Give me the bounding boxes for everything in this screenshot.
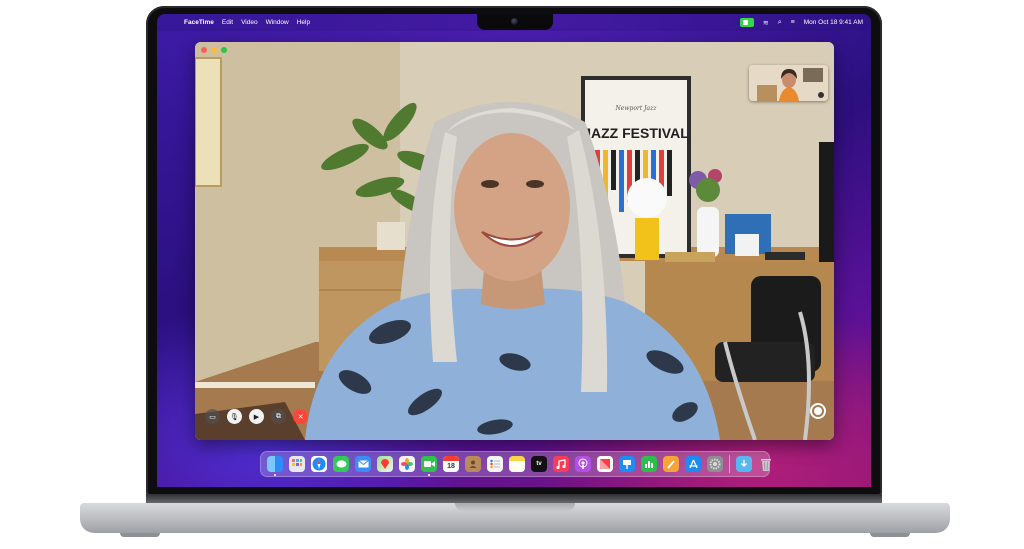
self-view-pip[interactable] bbox=[749, 65, 828, 101]
wifi-icon[interactable]: ≋ bbox=[763, 19, 769, 27]
pages-icon[interactable] bbox=[663, 456, 679, 472]
running-indicator bbox=[428, 474, 430, 476]
menu-app-name[interactable]: FaceTime bbox=[184, 19, 214, 26]
menu-help[interactable]: Help bbox=[297, 19, 310, 26]
control-center-icon[interactable]: ≡ bbox=[791, 19, 795, 26]
menu-edit[interactable]: Edit bbox=[222, 19, 233, 26]
sidebar-toggle-button[interactable]: ▭ bbox=[205, 409, 220, 424]
system-preferences-icon[interactable] bbox=[707, 456, 723, 472]
zoom-window-button[interactable] bbox=[221, 47, 227, 53]
reminders-icon[interactable] bbox=[487, 456, 503, 472]
desktop-screen: FaceTime Edit Video Window Help ≋ ⌕ ≡ Mo… bbox=[157, 14, 871, 487]
laptop-foot-right bbox=[870, 533, 910, 537]
poster-subtitle: Newport Jazz bbox=[615, 105, 658, 112]
photos-icon[interactable] bbox=[399, 456, 415, 472]
maps-icon[interactable] bbox=[377, 456, 393, 472]
notes-icon[interactable] bbox=[509, 456, 525, 472]
facetime-status-icon[interactable] bbox=[739, 18, 754, 27]
app-store-icon[interactable] bbox=[685, 456, 701, 472]
facetime-window: Newport Jazz JAZZ FESTIVAL ▭ 🎙 ▶ ⧉ ✕ bbox=[195, 42, 834, 440]
news-icon[interactable] bbox=[597, 456, 613, 472]
laptop-opening-notch bbox=[455, 503, 575, 511]
music-icon[interactable] bbox=[553, 456, 569, 472]
mute-button[interactable]: 🎙 bbox=[227, 409, 242, 424]
trash-icon[interactable] bbox=[758, 456, 774, 472]
downloads-folder-icon[interactable] bbox=[736, 456, 752, 472]
dock-separator bbox=[729, 455, 730, 473]
numbers-icon[interactable] bbox=[641, 456, 657, 472]
dock: 18 tv bbox=[260, 451, 771, 477]
tv-label: tv bbox=[536, 461, 542, 467]
call-controls: ▭ 🎙 ▶ ⧉ ✕ bbox=[205, 409, 308, 424]
window-controls bbox=[201, 47, 227, 53]
finder-icon[interactable] bbox=[267, 456, 283, 476]
video-feed: Newport Jazz JAZZ FESTIVAL bbox=[195, 42, 834, 440]
safari-icon[interactable] bbox=[311, 456, 327, 472]
poster-title: JAZZ FESTIVAL bbox=[583, 125, 689, 141]
share-screen-button[interactable]: ⧉ bbox=[271, 409, 286, 424]
laptop-base bbox=[80, 503, 950, 533]
mail-icon[interactable] bbox=[355, 456, 371, 472]
contacts-icon[interactable] bbox=[465, 456, 481, 472]
calendar-day: 18 bbox=[447, 462, 455, 470]
menu-clock[interactable]: Mon Oct 18 9:41 AM bbox=[804, 19, 863, 26]
laptop-foot-left bbox=[120, 533, 160, 537]
camera-lens-icon bbox=[511, 18, 518, 25]
keynote-icon[interactable] bbox=[619, 456, 635, 472]
facetime-icon[interactable] bbox=[421, 456, 437, 476]
camera-notch bbox=[477, 14, 553, 30]
calendar-header bbox=[443, 456, 459, 461]
end-call-button[interactable]: ✕ bbox=[293, 409, 308, 424]
calendar-icon[interactable]: 18 bbox=[443, 456, 459, 472]
launchpad-icon[interactable] bbox=[289, 456, 305, 472]
camera-toggle-button[interactable]: ▶ bbox=[249, 409, 264, 424]
podcasts-icon[interactable] bbox=[575, 456, 591, 472]
minimize-window-button[interactable] bbox=[211, 47, 217, 53]
close-window-button[interactable] bbox=[201, 47, 207, 53]
tv-icon[interactable]: tv bbox=[531, 456, 547, 472]
menu-video[interactable]: Video bbox=[241, 19, 258, 26]
running-indicator bbox=[274, 474, 276, 476]
menu-extras: ≋ ⌕ ≡ Mon Oct 18 9:41 AM bbox=[739, 14, 863, 31]
search-icon[interactable]: ⌕ bbox=[778, 19, 782, 27]
menu-window[interactable]: Window bbox=[266, 19, 289, 26]
messages-icon[interactable] bbox=[333, 456, 349, 472]
live-photo-capture-button[interactable] bbox=[810, 403, 826, 419]
self-view-feed bbox=[749, 65, 828, 101]
